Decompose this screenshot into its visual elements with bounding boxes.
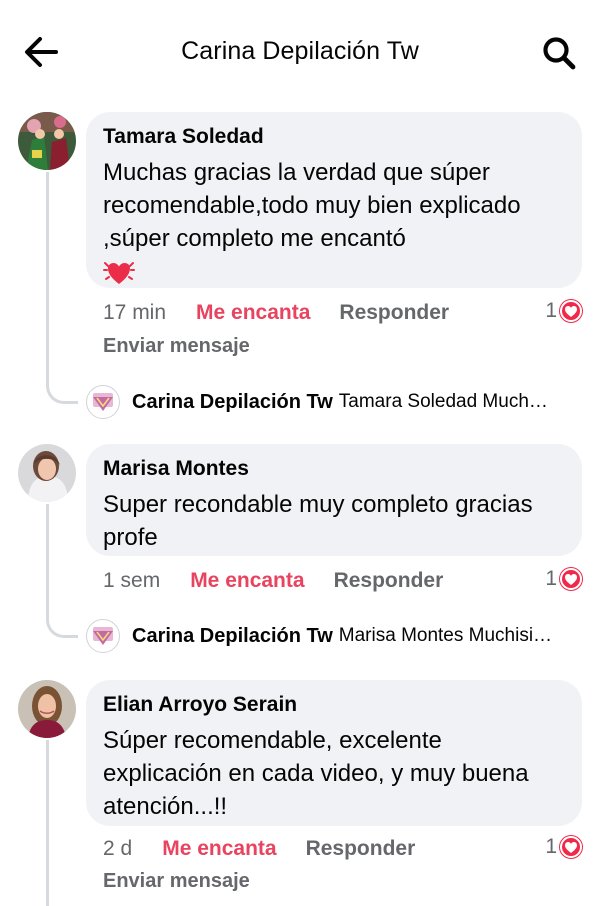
page-logo-icon <box>93 393 113 411</box>
comment-text: Super recondable muy completo gracias pr… <box>103 491 533 551</box>
search-icon <box>543 37 576 70</box>
comment-author[interactable]: Elian Arroyo Serain <box>103 692 566 718</box>
reply-author[interactable]: Carina Depilación Tw <box>132 625 333 648</box>
reaction-summary[interactable]: 1 <box>545 296 582 326</box>
heart-reaction-icon <box>560 300 582 322</box>
love-button[interactable]: Me encanta <box>162 837 276 861</box>
love-button[interactable]: Me encanta <box>196 301 310 325</box>
heart-reaction-icon <box>560 568 582 590</box>
page-logo-icon <box>93 627 113 645</box>
avatar-marisa-montes[interactable] <box>18 444 76 502</box>
comment-actions: 17 min Me encanta Responder <box>103 298 449 328</box>
comment-bubble[interactable]: Tamara Soledad Muchas gracias la verdad … <box>86 112 582 288</box>
reply-snippet: Marisa Montes Muchisi… <box>338 625 553 646</box>
comment-timestamp[interactable]: 2 d <box>103 837 132 861</box>
comment-text: Súper recomendable, excelente explicació… <box>103 727 529 820</box>
avatar-photo <box>18 112 76 170</box>
comment-timestamp[interactable]: 1 sem <box>103 569 160 593</box>
avatar-photo <box>18 680 76 738</box>
thread-line <box>46 504 49 616</box>
reply-button[interactable]: Responder <box>306 837 416 861</box>
comment-text: Muchas gracias la verdad que súper recom… <box>103 156 566 289</box>
page-avatar <box>86 385 120 419</box>
comment-actions: 1 sem Me encanta Responder <box>103 566 443 596</box>
reaction-summary[interactable]: 1 <box>545 564 582 594</box>
heart-reaction-icon <box>560 836 582 858</box>
top-bar: Carina Depilación Tw <box>0 0 600 100</box>
comment-actions: 2 d Me encanta Responder <box>103 834 415 864</box>
reply-button[interactable]: Responder <box>334 569 444 593</box>
thread-connector <box>46 616 78 638</box>
page-title: Carina Depilación Tw <box>181 37 419 65</box>
thread-line <box>46 740 49 906</box>
reaction-count: 1 <box>545 567 557 590</box>
search-button[interactable] <box>540 34 580 72</box>
reply-author[interactable]: Carina Depilación Tw <box>132 391 333 414</box>
comment-author[interactable]: Marisa Montes <box>103 456 566 482</box>
reply-preview[interactable]: Carina Depilación Tw Tamara Soledad Much… <box>86 384 584 420</box>
reply-snippet: Tamara Soledad Much… <box>338 391 548 412</box>
thread-line <box>46 172 49 382</box>
comment-author[interactable]: Tamara Soledad <box>103 124 566 150</box>
comment-bubble[interactable]: Elian Arroyo Serain Súper recomendable, … <box>86 680 582 826</box>
page-avatar <box>86 619 120 653</box>
comment-timestamp[interactable]: 17 min <box>103 301 166 325</box>
reaction-count: 1 <box>545 835 557 858</box>
reply-button[interactable]: Responder <box>339 301 449 325</box>
reaction-summary[interactable]: 1 <box>545 832 582 862</box>
reply-preview[interactable]: Carina Depilación Tw Marisa Montes Muchi… <box>86 618 584 654</box>
avatar-photo <box>18 444 76 502</box>
comment-bubble[interactable]: Marisa Montes Super recondable muy compl… <box>86 444 582 556</box>
reaction-count: 1 <box>545 299 557 322</box>
comment-text-content: Muchas gracias la verdad que súper recom… <box>103 159 521 252</box>
send-message-link[interactable]: Enviar mensaje <box>103 870 250 893</box>
thread-connector <box>46 382 78 404</box>
beating-heart-emoji <box>103 262 135 284</box>
avatar-elian-arroyo-serain[interactable] <box>18 680 76 738</box>
avatar-tamara-soledad[interactable] <box>18 112 76 170</box>
love-button[interactable]: Me encanta <box>190 569 304 593</box>
send-message-link[interactable]: Enviar mensaje <box>103 335 250 358</box>
